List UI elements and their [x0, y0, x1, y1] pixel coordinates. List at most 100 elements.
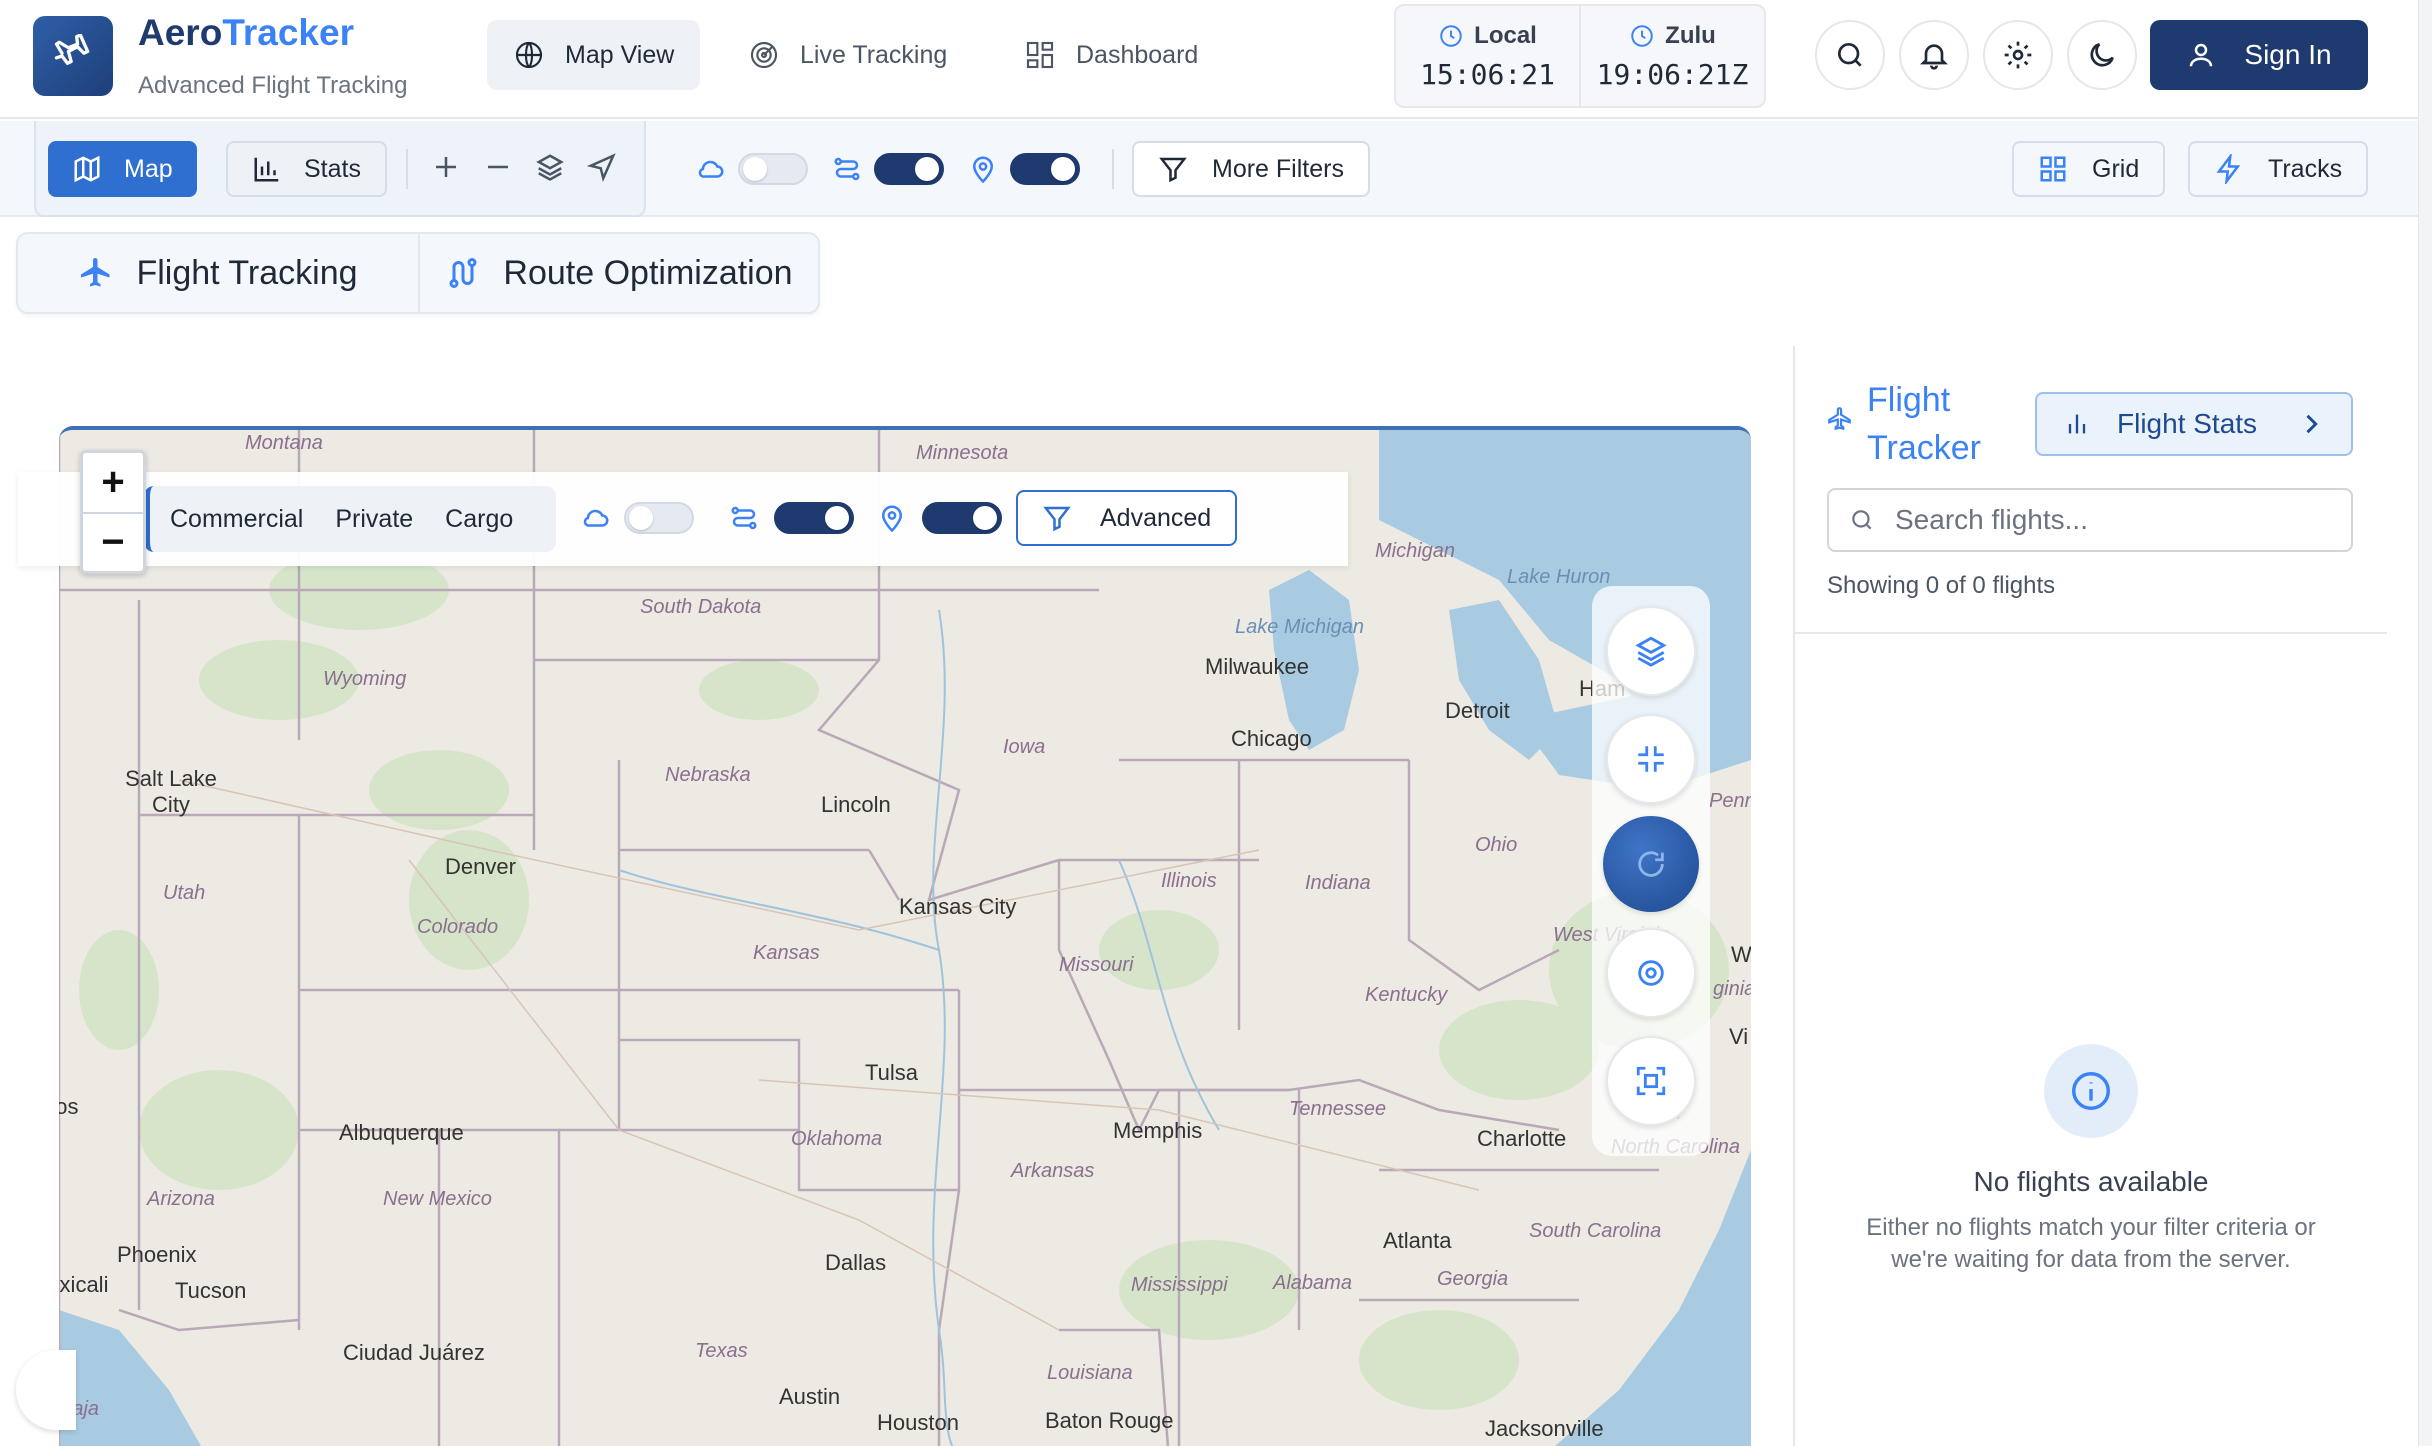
flight-count: Showing 0 of 0 flights — [1827, 572, 2056, 599]
city-label: Albuquerque — [339, 1120, 464, 1145]
sign-in-button[interactable]: Sign In — [2150, 20, 2368, 90]
category-filter-group: Commercial Private Cargo — [144, 486, 556, 552]
filter-icon — [1043, 506, 1071, 532]
map-label: Oklahoma — [791, 1128, 883, 1150]
map-controls — [1592, 586, 1710, 1156]
map-airports-toggle[interactable] — [922, 502, 1002, 534]
search-input[interactable] — [1895, 504, 2335, 536]
more-filters-button[interactable]: More Filters — [1132, 141, 1370, 197]
plane-takeoff-icon — [54, 34, 90, 65]
city-label: Atlanta — [1383, 1228, 1452, 1253]
flight-stats-button[interactable]: Flight Stats — [2035, 392, 2353, 456]
chevron-right-icon — [2306, 414, 2318, 434]
tab-flight-tracking[interactable]: Flight Tracking — [18, 234, 420, 312]
settings-button[interactable] — [1983, 20, 2053, 90]
more-filters-label: More Filters — [1212, 154, 1344, 183]
map-weather-toggle[interactable] — [624, 502, 694, 534]
sidebar-title: Flight Tracker — [1827, 376, 2007, 472]
zoom-out-button[interactable] — [478, 147, 518, 187]
moon-icon — [2090, 43, 2114, 67]
route-icon — [731, 506, 757, 530]
map-zoom-out-button[interactable]: − — [83, 512, 143, 571]
map-label: Louisiana — [1047, 1362, 1133, 1384]
map-label: Kansas — [753, 942, 820, 964]
tab-label: Route Optimization — [503, 253, 793, 292]
top-bar: AeroTracker Advanced Flight Tracking Map… — [0, 0, 2418, 119]
tracks-button[interactable]: Tracks — [2188, 141, 2369, 197]
airports-icon-toolbar — [963, 149, 1003, 189]
brand-title: AeroTracker — [138, 12, 354, 53]
refresh-icon — [1638, 851, 1664, 877]
map-routes-toggle[interactable] — [774, 502, 854, 534]
city-label: Mexicali — [59, 1272, 109, 1297]
city-label: Wash — [1731, 942, 1751, 967]
side-panel-handle[interactable] — [16, 1350, 76, 1430]
map-label: Missouri — [1059, 954, 1134, 976]
tab-route-optimization[interactable]: Route Optimization — [420, 234, 818, 312]
map-pin-icon — [972, 156, 994, 184]
empty-state-icon — [2044, 1044, 2138, 1138]
map-label: ginia — [1713, 978, 1751, 1000]
routes-toggle[interactable] — [874, 153, 944, 185]
navigate-button[interactable] — [582, 147, 622, 187]
nav-live-tracking[interactable]: Live Tracking — [722, 20, 973, 90]
city-label: Phoenix — [117, 1242, 197, 1267]
map-mode-button[interactable]: Map — [48, 141, 197, 197]
radar-icon — [750, 41, 778, 69]
search-button[interactable] — [1815, 20, 1885, 90]
nav-label: Live Tracking — [800, 40, 948, 69]
filter-icon — [1159, 157, 1187, 183]
map-basemap — [59, 430, 1751, 1446]
map-label: Montana — [245, 432, 323, 454]
nav-map-view[interactable]: Map View — [487, 20, 701, 90]
map-label: Illinois — [1161, 870, 1217, 892]
zoom-in-button[interactable] — [426, 147, 466, 187]
page-scrollbar[interactable] — [2418, 0, 2432, 1446]
zulu-clock: Zulu 19:06:21Z — [1579, 6, 1764, 106]
routes-icon-toolbar — [827, 149, 867, 189]
weather-toggle[interactable] — [738, 153, 808, 185]
collapse-button[interactable] — [1606, 714, 1696, 804]
category-cargo[interactable]: Cargo — [445, 505, 513, 534]
advanced-filters-button[interactable]: Advanced — [1016, 490, 1238, 546]
map-label: Ohio — [1475, 834, 1518, 856]
bar-chart-icon — [2068, 414, 2086, 434]
bar-chart-icon — [254, 157, 279, 182]
target-icon — [1638, 960, 1664, 986]
brand-subtitle: Advanced Flight Tracking — [138, 72, 408, 99]
sign-in-label: Sign In — [2244, 39, 2332, 70]
layers-button[interactable] — [530, 147, 570, 187]
local-time: 15:06:21 — [1420, 57, 1555, 91]
city-label: Jacksonville — [1485, 1416, 1604, 1441]
map-airports-icon — [872, 498, 912, 538]
airports-toggle[interactable] — [1010, 153, 1080, 185]
map-weather-icon — [576, 498, 616, 538]
divider — [1112, 149, 1114, 189]
fit-bounds-button[interactable] — [1606, 1036, 1696, 1126]
user-icon — [2190, 43, 2213, 67]
map-canvas[interactable]: Montana Minnesota South Dakota Wyoming N… — [59, 426, 1751, 1446]
map-label: Texas — [695, 1340, 748, 1362]
grid-button[interactable]: Grid — [2012, 141, 2166, 197]
map-label: Wyoming — [323, 668, 407, 690]
nav-dashboard[interactable]: Dashboard — [998, 20, 1224, 90]
map-label: Kentucky — [1365, 984, 1448, 1006]
notifications-button[interactable] — [1899, 20, 1969, 90]
map-label: Arizona — [147, 1188, 215, 1210]
logo[interactable] — [33, 16, 113, 96]
city-label: Baton Rouge — [1045, 1408, 1174, 1433]
map-zoom-in-button[interactable]: + — [83, 453, 143, 512]
map-layers-button[interactable] — [1606, 606, 1696, 696]
map-routes-icon — [724, 498, 764, 538]
globe-icon — [515, 41, 543, 69]
theme-toggle-button[interactable] — [2067, 20, 2137, 90]
category-commercial[interactable]: Commercial — [170, 505, 303, 534]
category-private[interactable]: Private — [335, 505, 413, 534]
city-label: Austin — [779, 1384, 841, 1409]
stats-mode-button[interactable]: Stats — [226, 141, 387, 197]
flight-search — [1827, 488, 2353, 552]
map-label: South Dakota — [640, 596, 762, 618]
locate-button[interactable] — [1606, 928, 1696, 1018]
route-icon — [834, 157, 860, 181]
refresh-button[interactable] — [1603, 816, 1699, 912]
